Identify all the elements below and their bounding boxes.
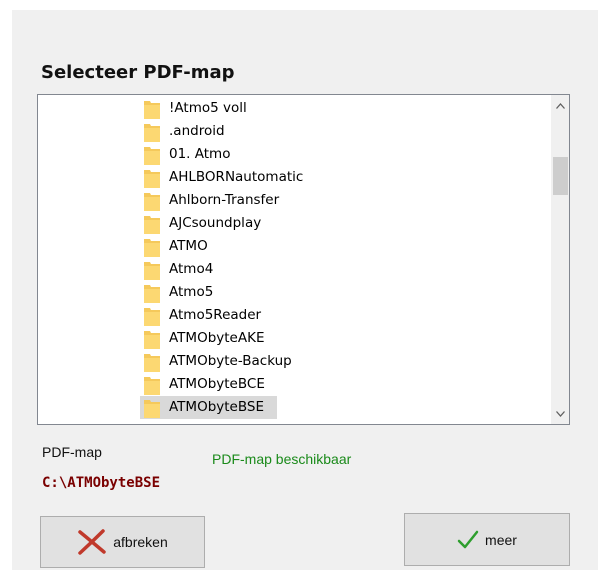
folder-icon: [144, 100, 160, 119]
cancel-button[interactable]: afbreken: [40, 516, 205, 568]
tree-item[interactable]: Atmo4: [38, 258, 551, 281]
tree-item[interactable]: Ahlborn-Transfer: [38, 189, 551, 212]
tree-item[interactable]: Atmo5: [38, 281, 551, 304]
tree-item-label: Atmo5Reader: [169, 307, 262, 323]
folder-select-dialog: Selecteer PDF-map !Atmo5 voll .android 01.…: [12, 10, 598, 570]
tree-item-label: ATMObyte-Backup: [169, 353, 292, 369]
cancel-button-label: afbreken: [113, 534, 168, 550]
folder-icon: [144, 284, 160, 303]
scroll-up-icon[interactable]: [552, 97, 569, 114]
pdf-map-label: PDF-map: [42, 444, 102, 460]
checkmark-icon: [457, 530, 479, 550]
scrollbar-thumb[interactable]: [553, 157, 568, 195]
tree-item-label: .android: [169, 123, 225, 139]
folder-icon: [144, 330, 160, 349]
tree-item-label: !Atmo5 voll: [169, 100, 247, 116]
pdf-map-status: PDF-map beschikbaar: [212, 451, 352, 467]
folder-icon: [144, 353, 160, 372]
tree-item-label: ATMO: [169, 238, 208, 254]
tree-item[interactable]: ATMObyteBCE: [38, 373, 551, 396]
folder-icon: [144, 146, 160, 165]
tree-scrollbar[interactable]: [551, 95, 569, 424]
dialog-title: Selecteer PDF-map: [41, 62, 235, 83]
folder-icon: [144, 307, 160, 326]
folder-list: !Atmo5 voll .android 01. Atmo AHLBORNautoma…: [38, 97, 551, 419]
tree-item[interactable]: AHLBORNautomatic: [38, 166, 551, 189]
tree-item[interactable]: .android: [38, 120, 551, 143]
tree-item[interactable]: AJCsoundplay: [38, 212, 551, 235]
tree-item-label: AJCsoundplay: [169, 215, 262, 231]
scroll-down-icon[interactable]: [552, 405, 569, 422]
tree-item-label: ATMObyteAKE: [169, 330, 265, 346]
tree-item[interactable]: ATMObyteBSE: [38, 396, 551, 419]
tree-item[interactable]: ATMObyte-Backup: [38, 350, 551, 373]
tree-item-label: Atmo5: [169, 284, 214, 300]
tree-item[interactable]: Atmo5Reader: [38, 304, 551, 327]
folder-icon: [144, 261, 160, 280]
folder-tree[interactable]: !Atmo5 voll .android 01. Atmo AHLBORNautoma…: [37, 94, 570, 425]
folder-icon: [144, 399, 160, 418]
folder-icon: [144, 192, 160, 211]
folder-icon: [144, 169, 160, 188]
folder-icon: [144, 215, 160, 234]
pdf-map-path: C:\ATMObyteBSE: [42, 475, 161, 491]
tree-item[interactable]: 01. Atmo: [38, 143, 551, 166]
tree-item-label: AHLBORNautomatic: [169, 169, 304, 185]
tree-item-label: Ahlborn-Transfer: [169, 192, 280, 208]
more-button-label: meer: [485, 531, 517, 548]
folder-icon: [144, 376, 160, 395]
close-icon: [77, 529, 107, 555]
tree-item-label: ATMObyteBCE: [169, 376, 265, 392]
tree-item-label: 01. Atmo: [169, 146, 231, 162]
folder-icon: [144, 123, 160, 142]
more-button[interactable]: meer: [404, 513, 570, 566]
tree-item[interactable]: !Atmo5 voll: [38, 97, 551, 120]
tree-item[interactable]: ATMObyteAKE: [38, 327, 551, 350]
tree-item-label: Atmo4: [169, 261, 214, 277]
tree-item[interactable]: ATMO: [38, 235, 551, 258]
tree-item-label: ATMObyteBSE: [167, 399, 267, 416]
folder-icon: [144, 238, 160, 257]
